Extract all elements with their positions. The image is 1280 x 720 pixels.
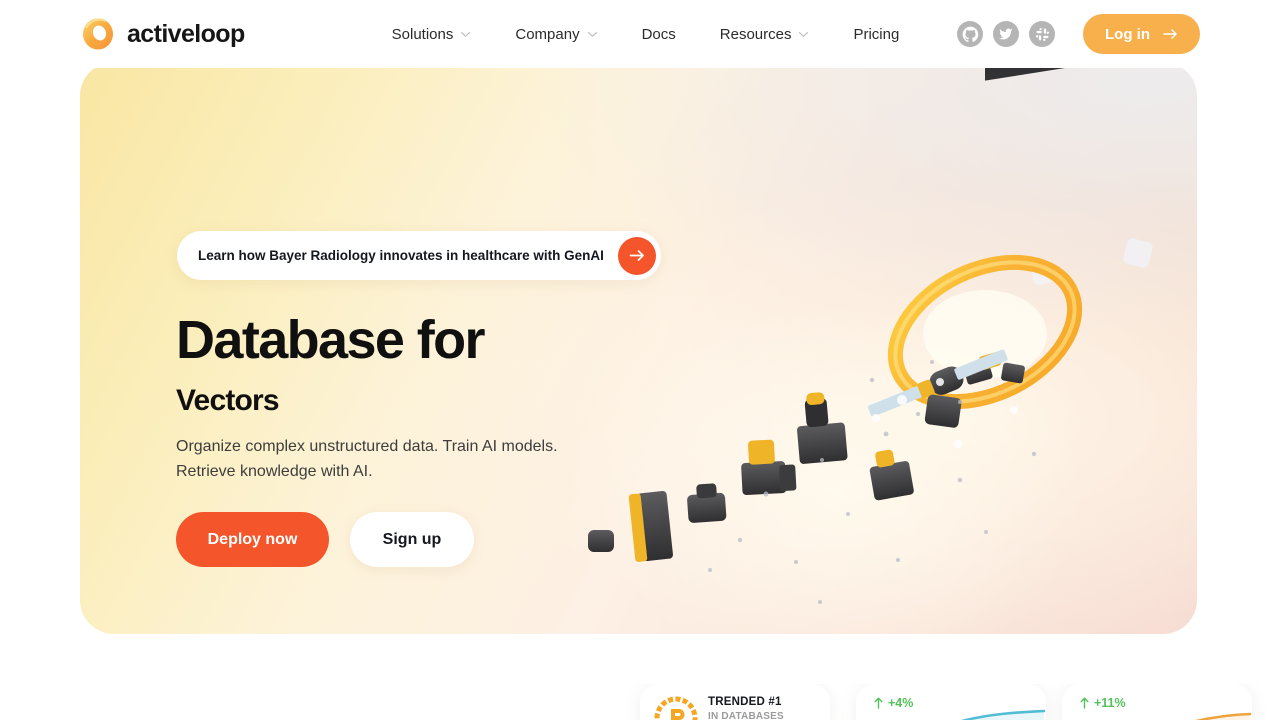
site-header: activeloop Solutions Company Docs Resour… (0, 0, 1280, 68)
twitter-icon[interactable] (993, 21, 1019, 47)
slack-icon[interactable] (1029, 21, 1055, 47)
announcement-arrow-button[interactable] (617, 236, 656, 275)
social-proof-strip: TRENDED #1 IN DATABASES +4% +11% (0, 684, 1280, 720)
brand-name: activeloop (127, 19, 245, 48)
main-nav: Solutions Company Docs Resources Pricing (370, 18, 922, 51)
nav-label-pricing: Pricing (853, 25, 900, 43)
nav-label-solutions: Solutions (391, 25, 454, 43)
announcement-banner[interactable]: Learn how Bayer Radiology innovates in h… (177, 231, 661, 280)
page-title: Database for (176, 310, 486, 370)
announcement-text: Learn how Bayer Radiology innovates in h… (198, 248, 604, 263)
hero-description: Organize complex unstructured data. Trai… (176, 438, 558, 481)
nav-item-pricing[interactable]: Pricing (831, 18, 921, 51)
brand-logo[interactable]: activeloop (80, 16, 245, 52)
nav-item-resources[interactable]: Resources (698, 18, 832, 51)
chevron-down-icon (799, 31, 809, 37)
metric-1-sparkline (961, 709, 1046, 720)
sign-up-button[interactable]: Sign up (350, 512, 474, 567)
page-subtitle: Vectors (176, 384, 280, 417)
product-hunt-icon (654, 696, 698, 720)
header-actions: Log in (957, 14, 1200, 54)
particle-specks (708, 360, 1037, 604)
flow-objects (588, 349, 1008, 562)
chevron-down-icon (587, 31, 597, 37)
login-button[interactable]: Log in (1083, 14, 1200, 54)
nav-item-solutions[interactable]: Solutions (370, 18, 494, 51)
github-icon[interactable] (957, 21, 983, 47)
activeloop-torus-logo (83, 18, 113, 50)
arrow-right-icon (1163, 29, 1177, 39)
trended-title: TRENDED #1 (708, 696, 782, 708)
chevron-down-icon (461, 31, 471, 37)
nav-label-company: Company (515, 25, 580, 43)
metric-card-2[interactable]: +11% (1062, 684, 1252, 720)
trended-card[interactable]: TRENDED #1 IN DATABASES (640, 684, 830, 720)
deploy-now-button[interactable]: Deploy now (176, 512, 329, 567)
golden-ring (887, 254, 1083, 410)
metric-card-1[interactable]: +4% (856, 684, 1046, 720)
login-label: Log in (1105, 25, 1150, 43)
nav-item-docs[interactable]: Docs (620, 18, 698, 51)
hero-section: Learn how Bayer Radiology innovates in h… (80, 62, 1197, 634)
nav-label-docs: Docs (641, 25, 676, 43)
nav-item-company[interactable]: Company (493, 18, 619, 51)
metric-2-sparkline (1195, 712, 1252, 720)
trended-subtitle: IN DATABASES (708, 711, 784, 720)
ring-objects (963, 352, 1025, 385)
arrow-right-icon (629, 250, 644, 261)
iso-block-cluster (985, 62, 1197, 286)
nav-label-resources: Resources (719, 25, 792, 43)
hero-cta-group: Deploy now Sign up (176, 512, 474, 567)
